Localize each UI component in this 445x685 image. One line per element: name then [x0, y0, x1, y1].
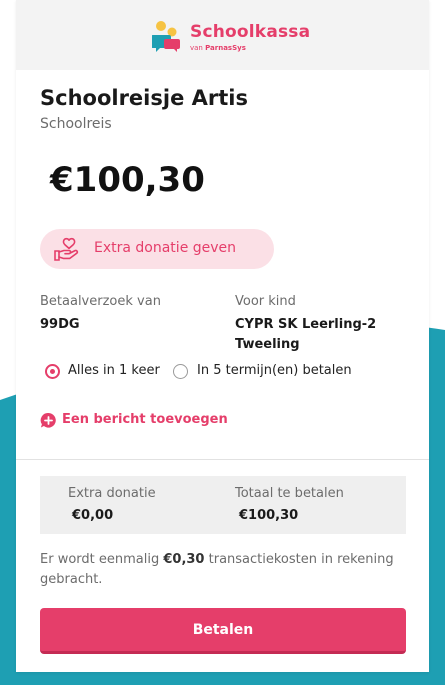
requester-label: Betaalverzoek van — [40, 294, 161, 309]
brand-sub-prefix: van — [190, 44, 203, 52]
child-value-line2: Tweeling — [235, 337, 300, 352]
pay-button[interactable]: Betalen — [40, 608, 406, 654]
radio-pay-all-at-once[interactable] — [45, 364, 60, 379]
summary-donation-label: Extra donatie — [68, 486, 156, 501]
extra-donation-label: Extra donatie geven — [94, 240, 237, 256]
pay-button-label: Betalen — [192, 622, 254, 638]
heart-hand-icon — [54, 237, 79, 261]
child-value-line1: CYPR SK Leerling-2 — [235, 317, 377, 332]
radio-pay-in-installments[interactable] — [173, 364, 188, 379]
plus-chat-icon[interactable] — [40, 412, 57, 429]
divider — [16, 459, 429, 460]
brand-subline: van ParnasSys — [190, 44, 246, 52]
note-prefix: Er wordt eenmalig — [40, 552, 160, 567]
brand-sub-brand: ParnasSys — [205, 44, 246, 52]
child-label: Voor kind — [235, 294, 296, 309]
summary-donation-value: €0,00 — [72, 508, 114, 523]
brand-header: Schoolkassa van ParnasSys — [16, 0, 429, 70]
transaction-fee-note: Er wordt eenmalig €0,30 transactiekosten… — [40, 550, 410, 590]
payment-title: Schoolreisje Artis — [40, 86, 248, 110]
payment-subtitle: Schoolreis — [40, 116, 112, 132]
schoolkassa-logo-icon — [152, 21, 180, 52]
radio-pay-all-at-once-label[interactable]: Alles in 1 keer — [68, 363, 160, 378]
summary-total-label: Totaal te betalen — [235, 486, 344, 501]
extra-donation-button[interactable]: Extra donatie geven — [40, 229, 274, 269]
note-fee: €0,30 — [163, 552, 205, 567]
summary-total-value: €100,30 — [239, 508, 299, 523]
radio-pay-in-installments-label[interactable]: In 5 termijn(en) betalen — [197, 363, 352, 378]
brand-name: Schoolkassa — [190, 22, 311, 42]
payment-summary: Extra donatie €0,00 Totaal te betalen €1… — [40, 476, 406, 534]
add-message-link[interactable]: Een bericht toevoegen — [62, 412, 228, 427]
requester-value: 99DG — [40, 317, 80, 332]
payment-card: Schoolkassa van ParnasSys Schoolreisje A… — [16, 0, 429, 672]
payment-amount: €100,30 — [50, 160, 205, 200]
